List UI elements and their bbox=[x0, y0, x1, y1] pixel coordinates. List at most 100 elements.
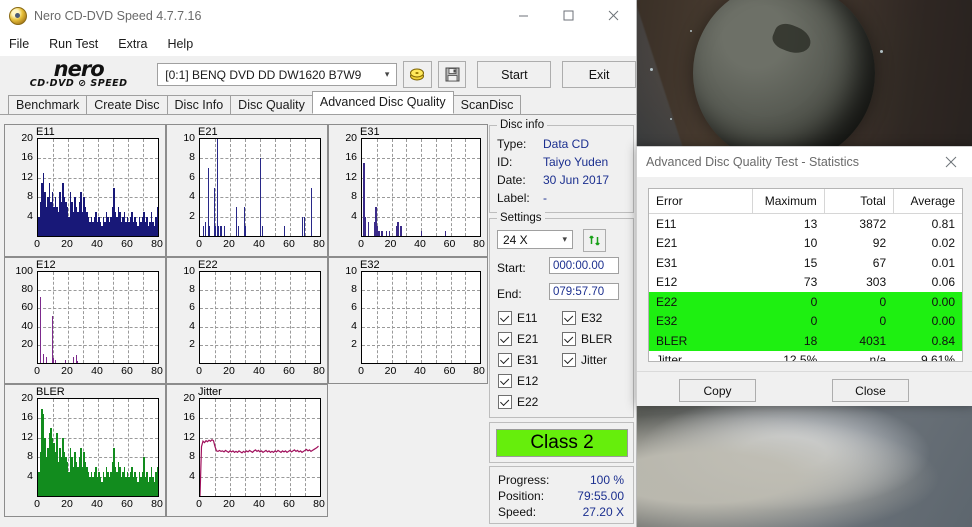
x-axis-tick-label: 20 bbox=[384, 365, 397, 377]
check-icon bbox=[562, 353, 576, 367]
y-axis-tick-label: 16 bbox=[21, 151, 33, 164]
nero-logo-subtext: CD·DVD ⊘ SPEED bbox=[29, 77, 128, 89]
table-header-row: Error Maximum Total Average bbox=[649, 189, 962, 214]
checkbox-jitter[interactable]: Jitter bbox=[562, 353, 607, 367]
gridline-vertical bbox=[421, 272, 422, 363]
checkbox-e31-label: E31 bbox=[517, 353, 539, 367]
column-header-maximum[interactable]: Maximum bbox=[752, 189, 825, 214]
table-row[interactable]: E22 0 0 0.00 bbox=[649, 292, 962, 312]
speed-select[interactable]: 24 X ▾ bbox=[497, 230, 573, 249]
chart-bar bbox=[51, 315, 53, 363]
save-button[interactable] bbox=[437, 61, 467, 88]
y-axis-tick-label: 4 bbox=[27, 469, 33, 482]
checkbox-e31[interactable]: E31 bbox=[498, 353, 538, 367]
disc-eject-button[interactable] bbox=[403, 61, 432, 88]
tab-disc-info[interactable]: Disc Info bbox=[166, 95, 232, 114]
x-axis-tick-label: 0 bbox=[196, 238, 202, 250]
cell-average: 0.84 bbox=[893, 331, 962, 351]
start-button[interactable]: Start bbox=[477, 61, 552, 88]
checkbox-bler[interactable]: BLER bbox=[562, 332, 612, 346]
x-axis-tick-label: 0 bbox=[34, 238, 40, 250]
table-row[interactable]: Jitter 12.5% n/a 9.61% bbox=[649, 351, 962, 361]
end-time-input[interactable]: 079:57.70 bbox=[549, 283, 619, 300]
checkbox-e11[interactable]: E11 bbox=[498, 311, 537, 325]
chart-line-series bbox=[200, 438, 319, 496]
menu-item-run-test[interactable]: Run Test bbox=[49, 35, 108, 53]
chart-bar bbox=[421, 231, 423, 236]
x-axis-tick-label: 60 bbox=[121, 238, 133, 250]
menu-item-file[interactable]: File bbox=[9, 35, 39, 53]
tab-disc-quality[interactable]: Disc Quality bbox=[230, 95, 313, 114]
tab-scandisc[interactable]: ScanDisc bbox=[452, 95, 522, 114]
y-axis-tick-label: 4 bbox=[351, 209, 357, 222]
y-axis-tick-label: 40 bbox=[21, 319, 33, 332]
refresh-button[interactable] bbox=[583, 229, 606, 252]
cell-error: E12 bbox=[656, 275, 678, 290]
chart-bar bbox=[364, 216, 367, 236]
advanced-disc-quality-panel: E11 4 8 12 16 20 0 20 40 60 80 E21 2 4 6 8 10 0 20 40 60 80 E3… bbox=[0, 119, 636, 527]
table-row[interactable]: E11 13 3872 0.81 bbox=[649, 214, 962, 234]
checkbox-e22[interactable]: E22 bbox=[498, 395, 538, 409]
chart-bar bbox=[156, 466, 158, 496]
cell-total: 303 bbox=[866, 275, 887, 290]
chart-bar bbox=[42, 353, 44, 363]
column-header-total[interactable]: Total bbox=[824, 189, 894, 214]
exit-button[interactable]: Exit bbox=[562, 61, 636, 88]
plot-area bbox=[37, 398, 159, 497]
y-axis-tick-label: 2 bbox=[351, 337, 357, 350]
checkbox-e32[interactable]: E32 bbox=[562, 311, 602, 325]
y-axis-tick-label: 10 bbox=[183, 265, 195, 277]
minimize-button[interactable] bbox=[501, 0, 546, 31]
maximize-button[interactable] bbox=[546, 0, 591, 31]
tab-benchmark[interactable]: Benchmark bbox=[8, 95, 88, 114]
table-row[interactable]: E12 73 303 0.06 bbox=[649, 273, 962, 293]
chart-bar bbox=[72, 356, 74, 363]
plot-area bbox=[361, 138, 481, 237]
cell-total: 4031 bbox=[824, 331, 894, 351]
disc-label-label: Label: bbox=[497, 191, 530, 205]
statistics-close-button[interactable] bbox=[929, 147, 972, 177]
gridline-vertical bbox=[450, 272, 452, 363]
x-axis-tick-label: 60 bbox=[283, 498, 295, 510]
plot-area bbox=[37, 138, 159, 237]
cell-error: E32 bbox=[649, 311, 753, 331]
copy-button[interactable]: Copy bbox=[679, 379, 756, 402]
checkbox-e21[interactable]: E21 bbox=[498, 332, 538, 346]
menu-item-help[interactable]: Help bbox=[167, 35, 203, 53]
statistics-table-wrapper: Error Maximum Total Average E11 13 3872 0.8… bbox=[648, 188, 963, 362]
gridline-vertical bbox=[435, 139, 437, 236]
table-row[interactable]: E32 0 0 0.00 bbox=[649, 311, 962, 331]
close-button[interactable] bbox=[591, 0, 636, 31]
column-header-error[interactable]: Error bbox=[649, 189, 753, 214]
disc-type-value: Data CD bbox=[543, 137, 590, 151]
table-row[interactable]: E21 10 92 0.02 bbox=[649, 234, 962, 254]
tab-create-disc[interactable]: Create Disc bbox=[86, 95, 168, 114]
table-row[interactable]: E31 15 67 0.01 bbox=[649, 253, 962, 273]
gridline-vertical bbox=[376, 272, 378, 363]
y-axis-tick-label: 8 bbox=[351, 283, 357, 296]
y-axis-tick-label: 2 bbox=[189, 209, 195, 222]
start-time-input[interactable]: 000:00.00 bbox=[549, 257, 619, 274]
chart-title: E21 bbox=[198, 126, 218, 138]
close-dialog-button[interactable]: Close bbox=[832, 379, 909, 402]
cell-error: E11 bbox=[656, 216, 677, 231]
gridline-vertical bbox=[245, 272, 246, 363]
tab-advanced-disc-quality[interactable]: Advanced Disc Quality bbox=[311, 91, 454, 114]
window-title: Nero CD-DVD Speed 4.7.7.16 bbox=[34, 8, 202, 23]
x-axis-tick-label: 80 bbox=[473, 238, 485, 250]
checkbox-e22-label: E22 bbox=[517, 395, 539, 409]
chart-bar bbox=[378, 231, 380, 236]
drive-select[interactable]: [0:1] BENQ DVD DD DW1620 B7W9 ▾ bbox=[157, 63, 398, 86]
checkbox-e12[interactable]: E12 bbox=[498, 374, 538, 388]
check-icon bbox=[498, 353, 512, 367]
chart-bar bbox=[397, 221, 399, 236]
checkbox-e11-label: E11 bbox=[517, 311, 538, 325]
table-row[interactable]: BLER 18 4031 0.84 bbox=[649, 331, 962, 351]
status-badge: Class 2 bbox=[496, 429, 628, 457]
status-group: Progress: 100 % Position: 79:55.00 Speed… bbox=[489, 466, 634, 524]
star bbox=[880, 50, 883, 53]
column-header-average[interactable]: Average bbox=[893, 189, 962, 214]
menu-item-extra[interactable]: Extra bbox=[118, 35, 157, 53]
end-time-label: End: bbox=[497, 287, 522, 301]
chart-bar bbox=[284, 226, 286, 236]
